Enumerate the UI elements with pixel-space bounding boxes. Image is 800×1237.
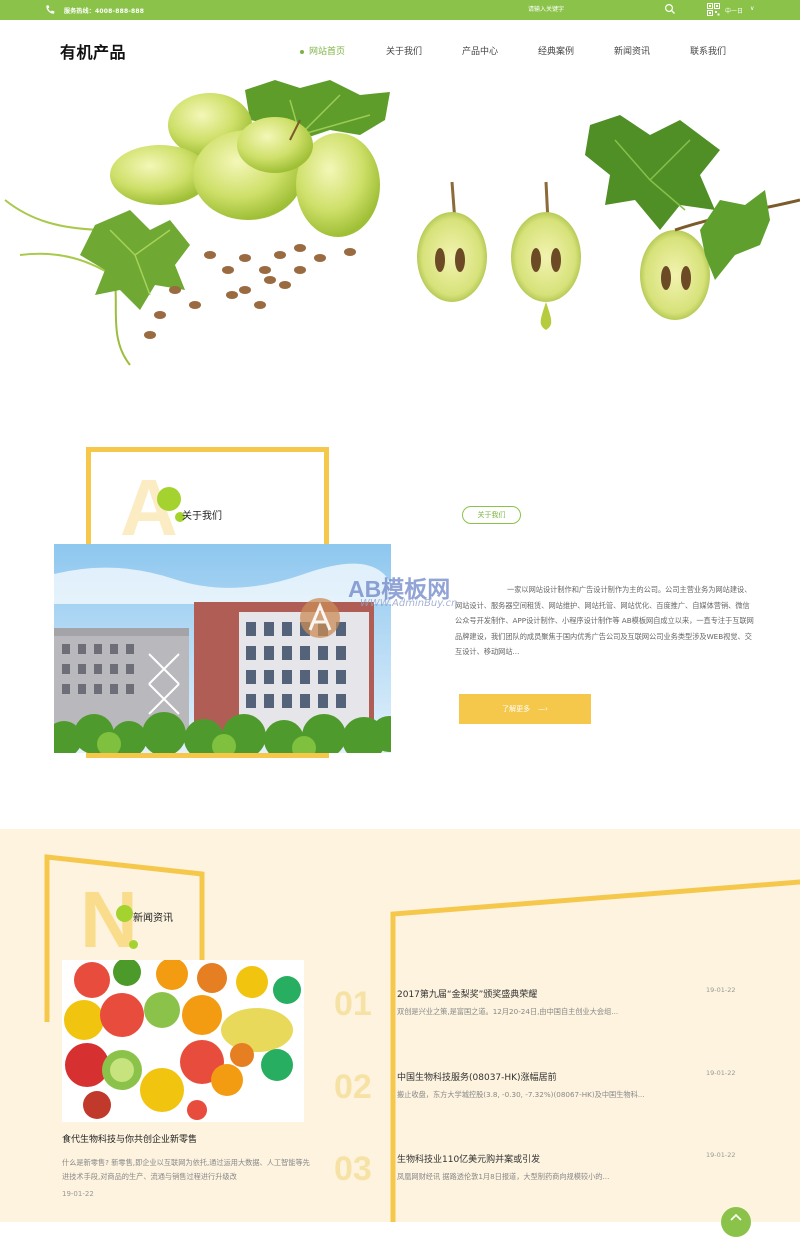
nav-label[interactable]: 产品中心: [462, 47, 498, 57]
nav-label[interactable]: 新闻资讯: [614, 47, 650, 57]
nav-item-about[interactable]: 关于我们: [386, 44, 422, 57]
hotline-text: 服务热线：4008-888-888: [64, 8, 145, 15]
chevron-up-icon: [730, 1213, 742, 1221]
language-switcher[interactable]: 中一日: [725, 6, 743, 15]
nav-item-home[interactable]: 网站首页: [300, 44, 345, 57]
chevron-down-icon[interactable]: ∨: [750, 5, 754, 12]
feature-news-image[interactable]: [62, 960, 304, 1122]
news-list-item[interactable]: 01 2017第九届“金梨奖”颁奖盛典荣耀 19-01-22 双创是兴业之策,是…: [330, 985, 750, 1045]
news-item-summary: 搬止收盘，东方大学城控股(3.8, -0.30, -7.32%)(08067-H…: [397, 1090, 645, 1099]
news-item-title[interactable]: 中国生物科技服务(08037-HK)涨幅居前: [397, 1070, 557, 1083]
decor-dot: [129, 940, 138, 949]
news-list-item[interactable]: 02 中国生物科技服务(08037-HK)涨幅居前 19-01-22 搬止收盘，…: [330, 1068, 750, 1128]
nav-label[interactable]: 经典案例: [538, 47, 574, 57]
decor-dot: [157, 487, 181, 511]
feature-news-title[interactable]: 食代生物科技与你共创企业新零售: [62, 1132, 197, 1145]
feature-news-desc: 什么是新零售? 新零售,即企业以互联网为依托,通过运用大数据、人工智能等先进技术…: [62, 1158, 310, 1181]
site-logo[interactable]: 有机产品: [60, 39, 126, 63]
watermark-url: WWW.AdminBuy.cn: [360, 598, 458, 609]
news-item-number: 01: [334, 985, 372, 1023]
about-badge: 关于我们: [462, 506, 521, 524]
search-icon[interactable]: [664, 3, 676, 15]
qr-code-icon[interactable]: [707, 3, 720, 16]
banner-image: [4, 80, 800, 366]
active-dot-icon: [300, 49, 304, 54]
top-bar: 服务热线：4008-888-888 中一日 ∨: [0, 0, 800, 20]
search-input[interactable]: [524, 3, 664, 16]
decor-dot: [116, 905, 133, 922]
watermark: AB模板网 WWW.AdminBuy.cn: [298, 570, 508, 640]
news-section-title: 新闻资讯: [133, 913, 173, 924]
nav-label[interactable]: 关于我们: [386, 47, 422, 57]
feature-news-date: 19-01-22: [62, 1190, 94, 1198]
news-item-date: 19-01-22: [706, 1069, 736, 1077]
nav-item-contact[interactable]: 联系我们: [690, 44, 726, 57]
learn-more-button[interactable]: 了解更多 —›: [459, 694, 591, 724]
news-item-date: 19-01-22: [706, 1151, 736, 1159]
news-list-item[interactable]: 03 生物科技业110亿美元购并案或引发 19-01-22 凤凰网财经讯 据路透…: [330, 1150, 750, 1210]
news-item-summary: 双创是兴业之策,是富国之道。12月20-24日,由中国自主创业大会组...: [397, 1007, 619, 1016]
watermark-logo-icon: [300, 598, 340, 638]
nav-item-news[interactable]: 新闻资讯: [614, 44, 650, 57]
news-item-summary: 凤凰网财经讯 据路透伦敦1月8日报道，大型制药商向规模较小的...: [397, 1172, 610, 1181]
back-to-top-button[interactable]: [721, 1207, 751, 1237]
nav-label[interactable]: 网站首页: [309, 47, 345, 57]
news-item-date: 19-01-22: [706, 986, 736, 994]
nav-item-cases[interactable]: 经典案例: [538, 44, 574, 57]
news-item-number: 03: [334, 1150, 372, 1188]
phone-icon: [46, 5, 55, 14]
about-section-title: 关于我们: [182, 511, 222, 522]
arrow-right-icon: —›: [538, 705, 548, 713]
nav-item-products[interactable]: 产品中心: [462, 44, 498, 57]
nav-label[interactable]: 联系我们: [690, 47, 726, 57]
news-item-number: 02: [334, 1068, 372, 1106]
learn-more-label: 了解更多: [502, 705, 531, 713]
news-item-title[interactable]: 2017第九届“金梨奖”颁奖盛典荣耀: [397, 987, 537, 1000]
news-item-title[interactable]: 生物科技业110亿美元购并案或引发: [397, 1152, 540, 1165]
